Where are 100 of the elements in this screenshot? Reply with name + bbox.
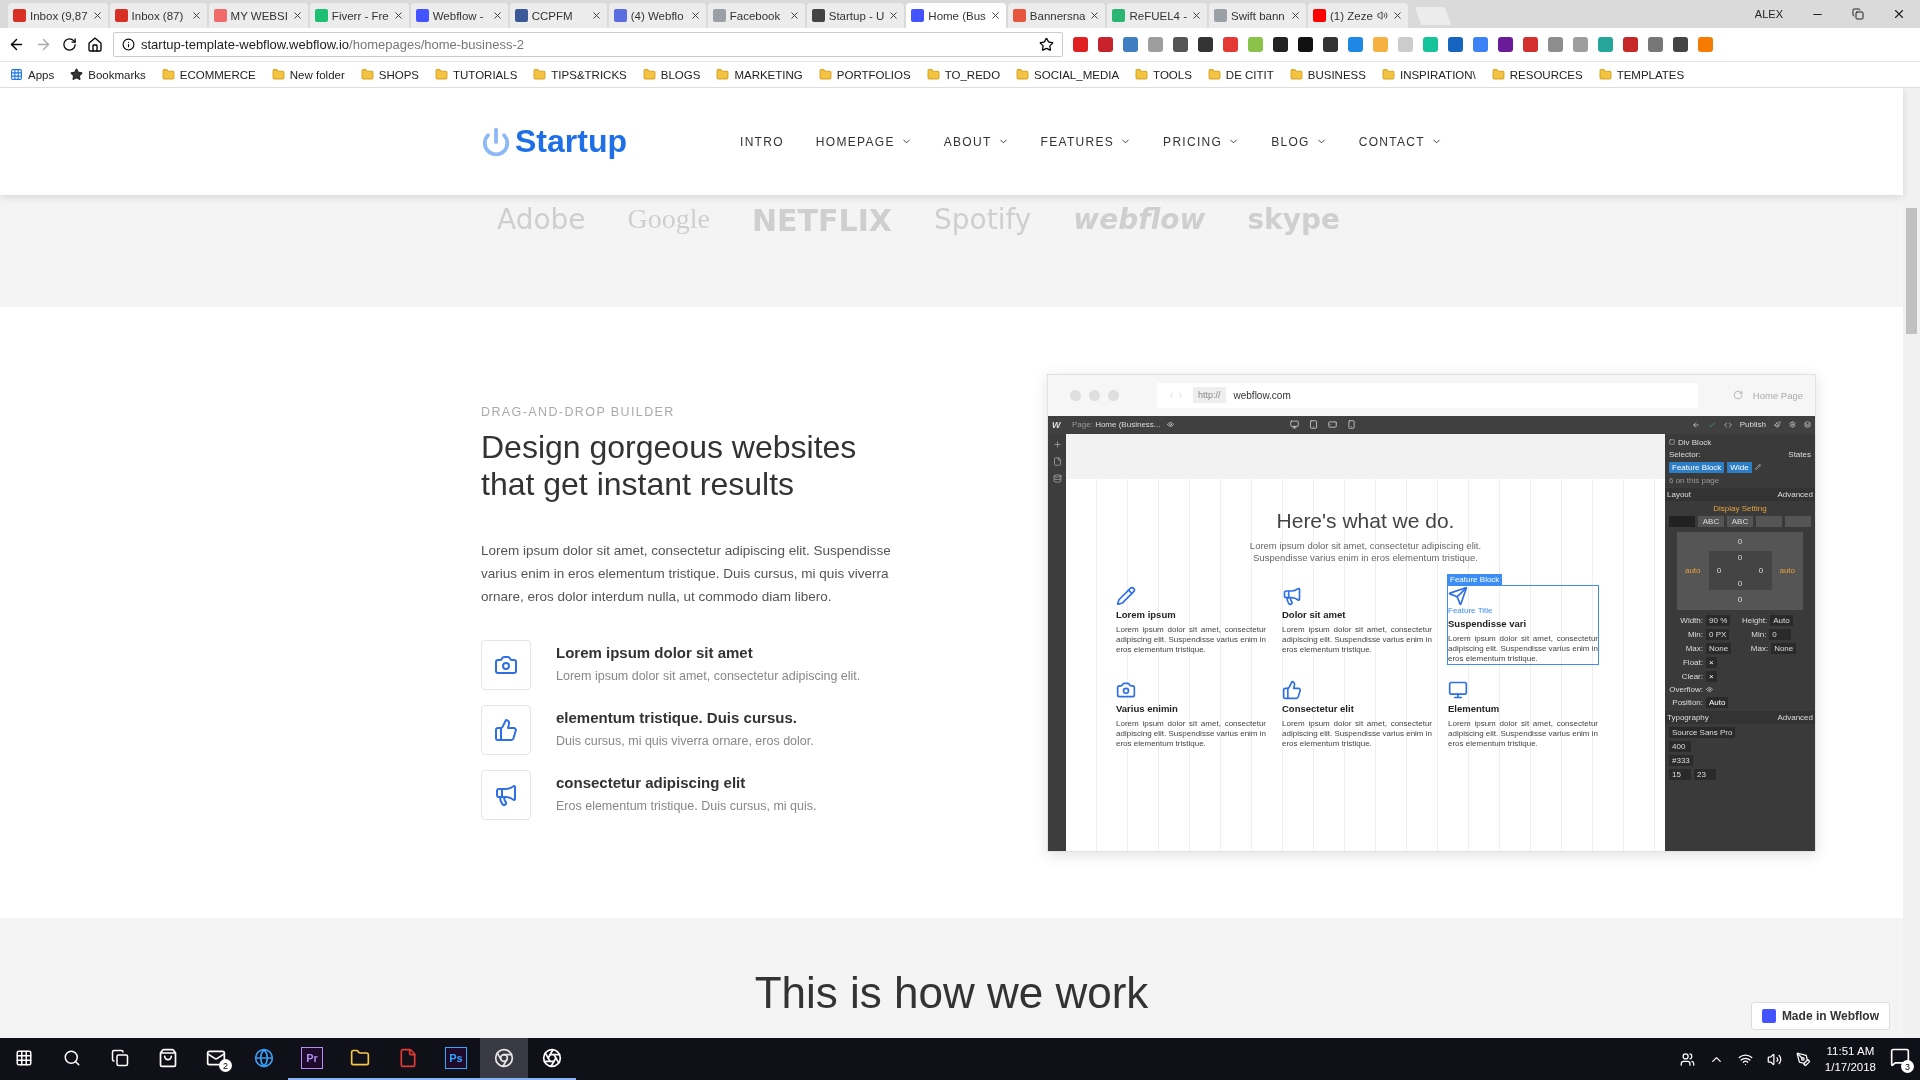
nav-link[interactable]: ABOUT <box>943 134 1009 149</box>
home-icon[interactable] <box>87 36 103 53</box>
close-icon[interactable] <box>91 10 103 21</box>
close-icon[interactable] <box>1290 10 1301 21</box>
bookmark-item[interactable]: INSPIRATION\ <box>1381 68 1476 81</box>
made-in-webflow-badge[interactable]: Made in Webflow <box>1750 1002 1890 1030</box>
extension-icon[interactable] <box>1298 37 1313 52</box>
app-tile-icon[interactable]: Pr <box>301 1047 323 1069</box>
extension-icon[interactable] <box>1323 37 1338 52</box>
bookmark-item[interactable]: PORTFOLIOS <box>818 68 911 81</box>
page-icon <box>1052 456 1062 466</box>
bookmark-item[interactable]: BUSINESS <box>1289 68 1366 81</box>
bookmark-item[interactable]: SHOPS <box>360 68 419 81</box>
close-icon[interactable] <box>689 10 701 21</box>
close-icon[interactable] <box>491 10 503 21</box>
nav-link[interactable]: FEATURES <box>1040 134 1132 149</box>
close-icon[interactable] <box>1892 7 1906 21</box>
close-icon[interactable] <box>1391 10 1403 21</box>
feature-title: consectetur adipiscing elit <box>556 774 747 791</box>
bookmark-item[interactable]: TO_REDO <box>926 68 1001 81</box>
canvas-heading: Here's what we do. <box>1275 508 1456 533</box>
close-icon[interactable] <box>989 10 1001 21</box>
apps-grid-icon <box>10 68 23 81</box>
bookmark-item[interactable]: SOCIAL_MEDIA <box>1016 68 1120 81</box>
volume-icon[interactable] <box>1766 1051 1782 1067</box>
close-icon[interactable] <box>291 10 303 21</box>
bookmark-item[interactable]: TOOLS <box>1135 68 1192 81</box>
profile-name[interactable]: ALEX <box>1754 8 1783 20</box>
browser-tab[interactable]: Inbox (87) <box>109 3 207 28</box>
browser-tab[interactable]: MY WEBSI <box>208 3 308 28</box>
bookmark-item[interactable]: Bookmarks <box>70 68 146 81</box>
star-icon[interactable] <box>1039 37 1054 52</box>
clock[interactable]: 11:51 AM 1/17/2018 <box>1824 1043 1876 1075</box>
selection-tag: Feature Block <box>1447 573 1503 585</box>
browser-tab[interactable]: Startup - U <box>806 3 905 28</box>
restore-icon[interactable] <box>1852 8 1864 20</box>
mail-icon[interactable] <box>206 1048 226 1068</box>
bookmark-item[interactable]: MARKETING <box>716 68 803 81</box>
panel-label: Width: <box>1679 615 1703 625</box>
document-icon[interactable] <box>398 1048 418 1068</box>
browser-tab[interactable]: Webflow - <box>410 3 508 28</box>
padding-value: 0 <box>1737 579 1743 588</box>
browser-tab[interactable]: Bannersna <box>1007 3 1106 28</box>
margin-value: auto <box>1684 566 1701 575</box>
bookmark-item[interactable]: TUTORIALS <box>435 68 518 81</box>
reload-icon[interactable] <box>62 37 77 52</box>
browser-tab[interactable]: Home (Bus <box>906 3 1006 28</box>
browser-tab[interactable]: (4) Webflo <box>608 3 706 28</box>
site-logo[interactable]: Startup <box>481 123 740 160</box>
app-tile-icon[interactable]: Ps <box>445 1047 467 1069</box>
padding-value: 0 <box>1758 566 1764 575</box>
bookmark-item[interactable]: BLOGS <box>642 68 701 81</box>
close-icon[interactable] <box>392 10 404 21</box>
folder-icon <box>716 68 730 81</box>
folder-icon[interactable] <box>350 1048 370 1068</box>
browser-tab[interactable]: CCPFM <box>509 3 607 28</box>
close-icon[interactable] <box>590 10 602 21</box>
monitor-icon <box>1448 679 1468 700</box>
aperture-icon[interactable] <box>542 1048 562 1068</box>
extension-icon[interactable] <box>1273 37 1288 52</box>
bookmark-item[interactable]: ECOMMERCE <box>161 68 256 81</box>
info-icon[interactable] <box>122 38 135 51</box>
close-icon[interactable] <box>1191 10 1202 21</box>
browser-tab[interactable]: Facebook <box>707 3 805 28</box>
extension-icon[interactable] <box>1673 37 1688 52</box>
bookmark-item[interactable]: TEMPLATES <box>1598 68 1685 81</box>
nav-link[interactable]: CONTACT <box>1358 134 1442 149</box>
close-icon[interactable] <box>788 10 800 21</box>
store-icon[interactable] <box>158 1048 178 1068</box>
network-icon[interactable] <box>1737 1051 1753 1067</box>
start-icon[interactable] <box>15 1049 33 1067</box>
nav-link[interactable]: PRICING <box>1163 134 1240 149</box>
pen-icon[interactable] <box>1795 1051 1811 1067</box>
bookmark-item[interactable]: DE CITIT <box>1207 68 1274 81</box>
nav-link[interactable]: BLOG <box>1271 134 1327 149</box>
bookmark-item[interactable]: New folder <box>271 68 345 81</box>
browser-tab[interactable]: Swift bann <box>1209 3 1306 28</box>
task-view-icon[interactable] <box>111 1049 129 1067</box>
extension-icon[interactable] <box>1198 37 1213 52</box>
search-icon[interactable] <box>63 1049 81 1067</box>
bookmark-item[interactable]: Apps <box>10 68 55 81</box>
address-bar[interactable]: startup-template-webflow.webflow.io/homepages/home-business-2 <box>113 32 1063 57</box>
speaker-icon[interactable] <box>1376 10 1388 21</box>
back-icon[interactable] <box>8 36 25 53</box>
close-icon[interactable] <box>190 10 202 21</box>
bookmark-item[interactable]: TIPS&TRICKS <box>533 68 627 81</box>
extension-icon[interactable] <box>1498 37 1513 52</box>
browser-tab[interactable]: Inbox (9,87 <box>8 3 108 28</box>
browser-tab[interactable]: ReFUEL4 - <box>1107 3 1207 28</box>
browser-tab[interactable]: (1) Zeze <box>1308 3 1408 28</box>
close-icon[interactable] <box>888 10 900 21</box>
folder-icon <box>926 68 940 81</box>
close-icon[interactable] <box>1089 10 1101 21</box>
browser-tab[interactable]: Fiverr - Fre <box>309 3 409 28</box>
nav-link[interactable]: INTRO <box>740 134 784 149</box>
nav-link[interactable]: HOMEPAGE <box>815 134 912 149</box>
browser-icon[interactable] <box>254 1048 274 1068</box>
scrollbar-thumb[interactable] <box>1906 208 1917 334</box>
people-icon[interactable] <box>1679 1051 1695 1067</box>
bookmark-item[interactable]: RESOURCES <box>1491 68 1583 81</box>
